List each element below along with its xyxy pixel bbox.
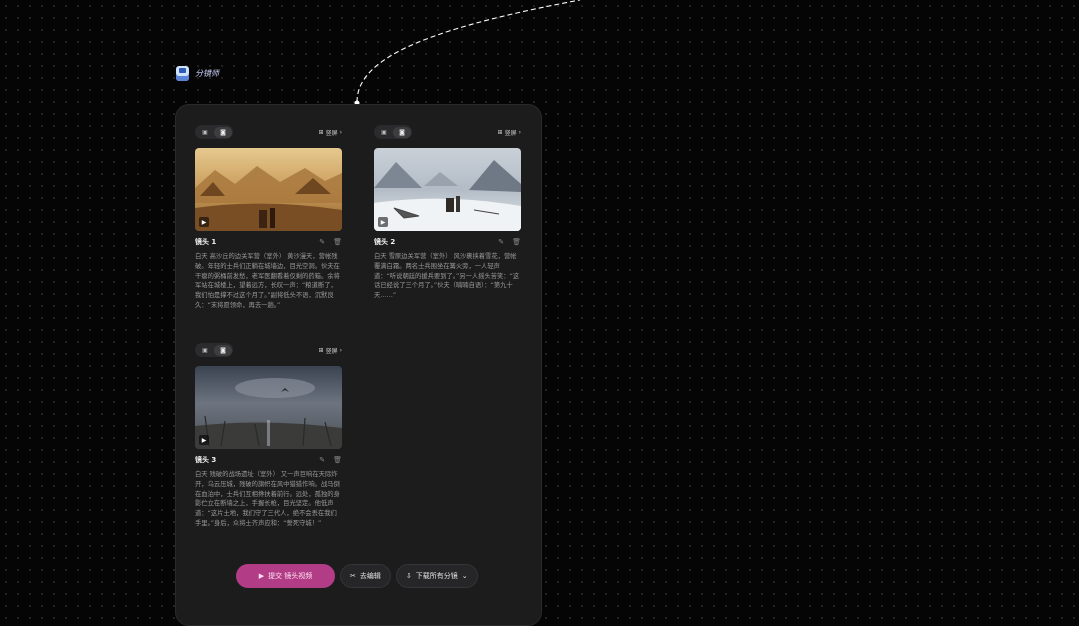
- image-icon[interactable]: ▣: [196, 127, 214, 138]
- shot-toolbar: ▣ ◙ ⊞ 竖屏 ›: [195, 343, 342, 357]
- action-bar: ▶ 提交 镜头视频 ✂ 去编辑 ⇩ 下载所有分镜 ⌄: [236, 564, 478, 588]
- storyboard-panel: ▣ ◙ ⊞ 竖屏 › ▶ 镜头 1 ✎ 🗑 白天 高沙丘的边关军营（室外） 黄沙…: [175, 104, 542, 626]
- download-all-button[interactable]: ⇩ 下载所有分镜 ⌄: [395, 564, 478, 588]
- edit-button[interactable]: ✂ 去编辑: [340, 564, 391, 588]
- image-icon[interactable]: ▣: [196, 345, 214, 356]
- play-icon[interactable]: ▶: [199, 217, 209, 227]
- chevron-right-icon: ›: [339, 128, 342, 136]
- mode-toggle: ▣ ◙: [374, 125, 412, 139]
- delete-icon[interactable]: 🗑: [333, 238, 342, 246]
- aspect-ratio-icon: ⊞: [318, 128, 324, 136]
- video-icon: ▶: [258, 572, 265, 580]
- shot-card-3[interactable]: ▣ ◙ ⊞ 竖屏 › ▶ 镜头 3 ✎ 🗑 白天 残破的战场遗址（室外） 又一声…: [195, 343, 342, 558]
- aspect-ratio-icon: ⊞: [497, 128, 503, 136]
- shot-description: 白天 雪原边关军营（室外） 风沙裹挟着雪花，营帐覆满白霜。两名士兵围坐在篝火旁，…: [374, 253, 520, 300]
- shot-card-1[interactable]: ▣ ◙ ⊞ 竖屏 › ▶ 镜头 1 ✎ 🗑 白天 高沙丘的边关军营（室外） 黄沙…: [195, 125, 342, 320]
- edit-icon[interactable]: ✎: [319, 456, 325, 464]
- aspect-ratio-button[interactable]: ⊞ 竖屏 ›: [319, 128, 342, 137]
- edit-icon[interactable]: ✎: [319, 238, 325, 246]
- download-icon: ⇩: [405, 572, 412, 580]
- camera-icon[interactable]: ◙: [393, 126, 411, 138]
- generate-video-button[interactable]: ▶ 提交 镜头视频: [236, 564, 335, 588]
- shot-description: 白天 残破的战场遗址（室外） 又一声巨响在天际炸开，乌云压城，残破的旗帜在风中猎…: [195, 471, 340, 527]
- chevron-down-icon: ⌄: [461, 572, 468, 580]
- shot-thumbnail[interactable]: ▶: [374, 148, 521, 231]
- desert-camp-image: [195, 148, 342, 231]
- camera-icon[interactable]: ◙: [214, 126, 232, 138]
- play-icon[interactable]: ▶: [378, 217, 388, 227]
- image-icon[interactable]: ▣: [375, 127, 393, 138]
- aspect-ratio-icon: ⊞: [318, 346, 324, 354]
- shot-toolbar: ▣ ◙ ⊞ 竖屏 ›: [374, 125, 521, 139]
- play-icon[interactable]: ▶: [199, 435, 209, 445]
- chevron-right-icon: ›: [339, 346, 342, 354]
- shot-card-2[interactable]: ▣ ◙ ⊞ 竖屏 › ▶ 镜头 2 ✎ 🗑 白天 雪原边关军营（室外） 风沙裹挟…: [374, 125, 521, 320]
- stormy-battlefield-image: [195, 366, 342, 449]
- aspect-ratio-button[interactable]: ⊞ 竖屏 ›: [319, 346, 342, 355]
- aspect-ratio-button[interactable]: ⊞ 竖屏 ›: [498, 128, 521, 137]
- scissors-icon: ✂: [350, 572, 356, 580]
- shot-title: 镜头 1: [195, 238, 217, 246]
- shot-thumbnail[interactable]: ▶: [195, 366, 342, 449]
- snow-camp-image: [374, 148, 521, 231]
- shot-title: 镜头 2: [374, 238, 396, 246]
- mode-toggle: ▣ ◙: [195, 343, 233, 357]
- delete-icon[interactable]: 🗑: [512, 238, 521, 246]
- node-title: 分镜师: [195, 69, 219, 78]
- node-header[interactable]: 分镜师: [176, 66, 219, 81]
- mode-toggle: ▣ ◙: [195, 125, 233, 139]
- camera-icon[interactable]: ◙: [214, 344, 232, 356]
- delete-icon[interactable]: 🗑: [333, 456, 342, 464]
- shot-toolbar: ▣ ◙ ⊞ 竖屏 ›: [195, 125, 342, 139]
- storyboard-node-icon: [176, 66, 189, 81]
- edit-icon[interactable]: ✎: [498, 238, 504, 246]
- shot-description: 白天 高沙丘的边关军营（室外） 黄沙漫天，营帐残破。年轻的士兵们正躺在城墙边，目…: [195, 253, 340, 309]
- shot-title: 镜头 3: [195, 456, 217, 464]
- shot-thumbnail[interactable]: ▶: [195, 148, 342, 231]
- chevron-right-icon: ›: [518, 128, 521, 136]
